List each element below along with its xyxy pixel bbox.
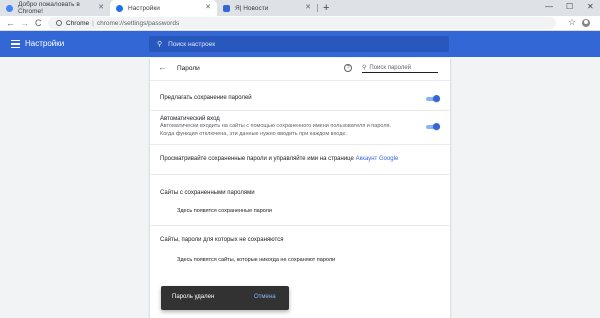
url-host: Chrome xyxy=(66,19,90,27)
search-placeholder: Поиск настроек xyxy=(168,40,216,48)
divider xyxy=(150,225,450,226)
divider xyxy=(150,144,450,145)
browser-toolbar: ← → C Chrome | chrome://settings/passwor… xyxy=(0,16,600,31)
forward-arrow-icon[interactable]: → xyxy=(20,17,29,29)
tab-title: Настройки xyxy=(128,4,160,12)
chrome-favicon-icon xyxy=(6,4,13,12)
settings-search-input[interactable]: ⚲ Поиск настроек xyxy=(149,36,449,52)
page-title: Настройки xyxy=(25,39,65,48)
never-saved-heading: Сайты, пароли для которых не сохраняются xyxy=(160,237,284,243)
snackbar: Пароль удален Отмена xyxy=(161,286,289,310)
profile-avatar-icon[interactable] xyxy=(582,19,590,27)
settings-gear-icon xyxy=(116,4,123,12)
divider xyxy=(150,110,450,111)
url-separator: | xyxy=(92,19,94,27)
search-icon: ⚲ xyxy=(362,65,367,71)
close-tab-icon[interactable]: ✕ xyxy=(305,4,311,11)
saved-passwords-heading: Сайты с сохраненными паролями xyxy=(160,190,255,196)
passwords-header: ← Пароли ? ⚲ Поиск паролей xyxy=(150,58,450,80)
back-arrow-icon[interactable]: ← xyxy=(158,62,167,72)
tab-settings[interactable]: Настройки ✕ xyxy=(110,0,217,16)
manage-text: Просматривайте сохраненные пароли и упра… xyxy=(160,156,354,162)
yandex-favicon-icon xyxy=(223,4,230,12)
url-path: chrome://settings/passwords xyxy=(96,19,180,27)
saved-passwords-empty: Здесь появятся сохраненные пароли xyxy=(177,208,273,214)
address-bar[interactable]: Chrome | chrome://settings/passwords xyxy=(48,17,556,29)
manage-passwords-text: Просматривайте сохраненные пароли и упра… xyxy=(160,155,398,163)
tab-strip: Добро пожаловать в Chrome! ✕ Настройки ✕… xyxy=(0,0,600,16)
tab-title: Я| Новости xyxy=(235,4,269,12)
maximize-icon[interactable]: ☐ xyxy=(566,2,573,12)
offer-save-toggle[interactable] xyxy=(426,95,440,102)
site-info-icon[interactable] xyxy=(56,20,62,26)
search-icon: ⚲ xyxy=(157,41,163,48)
autosignin-description: Когда функция отключена, эти данные нужн… xyxy=(160,131,347,137)
autosignin-toggle[interactable] xyxy=(426,123,440,130)
search-placeholder: Поиск паролей xyxy=(369,64,412,71)
help-icon[interactable]: ? xyxy=(344,64,352,72)
google-account-link[interactable]: Аккаунт Google xyxy=(356,156,399,162)
menu-hamburger-icon[interactable] xyxy=(11,40,20,48)
tab-title: Добро пожаловать в Chrome! xyxy=(18,1,80,15)
back-arrow-icon[interactable]: ← xyxy=(6,17,15,29)
never-saved-empty: Здесь появятся сайты, которые никогда не… xyxy=(177,257,336,263)
passwords-card: ← Пароли ? ⚲ Поиск паролей Предлагать со… xyxy=(150,58,450,318)
minimize-icon[interactable]: — xyxy=(545,2,553,12)
autosignin-label: Автоматический вход xyxy=(160,116,220,122)
password-search-input[interactable]: ⚲ Поиск паролей xyxy=(362,63,438,73)
divider xyxy=(150,80,450,81)
close-window-icon[interactable]: ✕ xyxy=(587,2,594,12)
divider xyxy=(150,174,450,175)
close-tab-icon[interactable]: ✕ xyxy=(205,4,211,11)
undo-button[interactable]: Отмена xyxy=(254,294,276,300)
new-tab-plus-icon[interactable]: + xyxy=(323,2,329,14)
snackbar-message: Пароль удален xyxy=(172,294,215,300)
autosignin-description: Автоматически входить на сайты с помощью… xyxy=(160,123,392,129)
tab-welcome[interactable]: Добро пожаловать в Chrome! ✕ xyxy=(0,0,110,16)
close-tab-icon[interactable]: ✕ xyxy=(98,4,104,11)
reload-icon[interactable]: C xyxy=(35,17,42,29)
offer-save-label: Предлагать сохранение паролей xyxy=(160,95,252,101)
tab-news[interactable]: Я| Новости ✕ xyxy=(217,0,317,16)
tab-separator xyxy=(317,4,318,12)
section-title: Пароли xyxy=(177,65,200,72)
bookmark-star-icon[interactable]: ☆ xyxy=(568,17,576,28)
